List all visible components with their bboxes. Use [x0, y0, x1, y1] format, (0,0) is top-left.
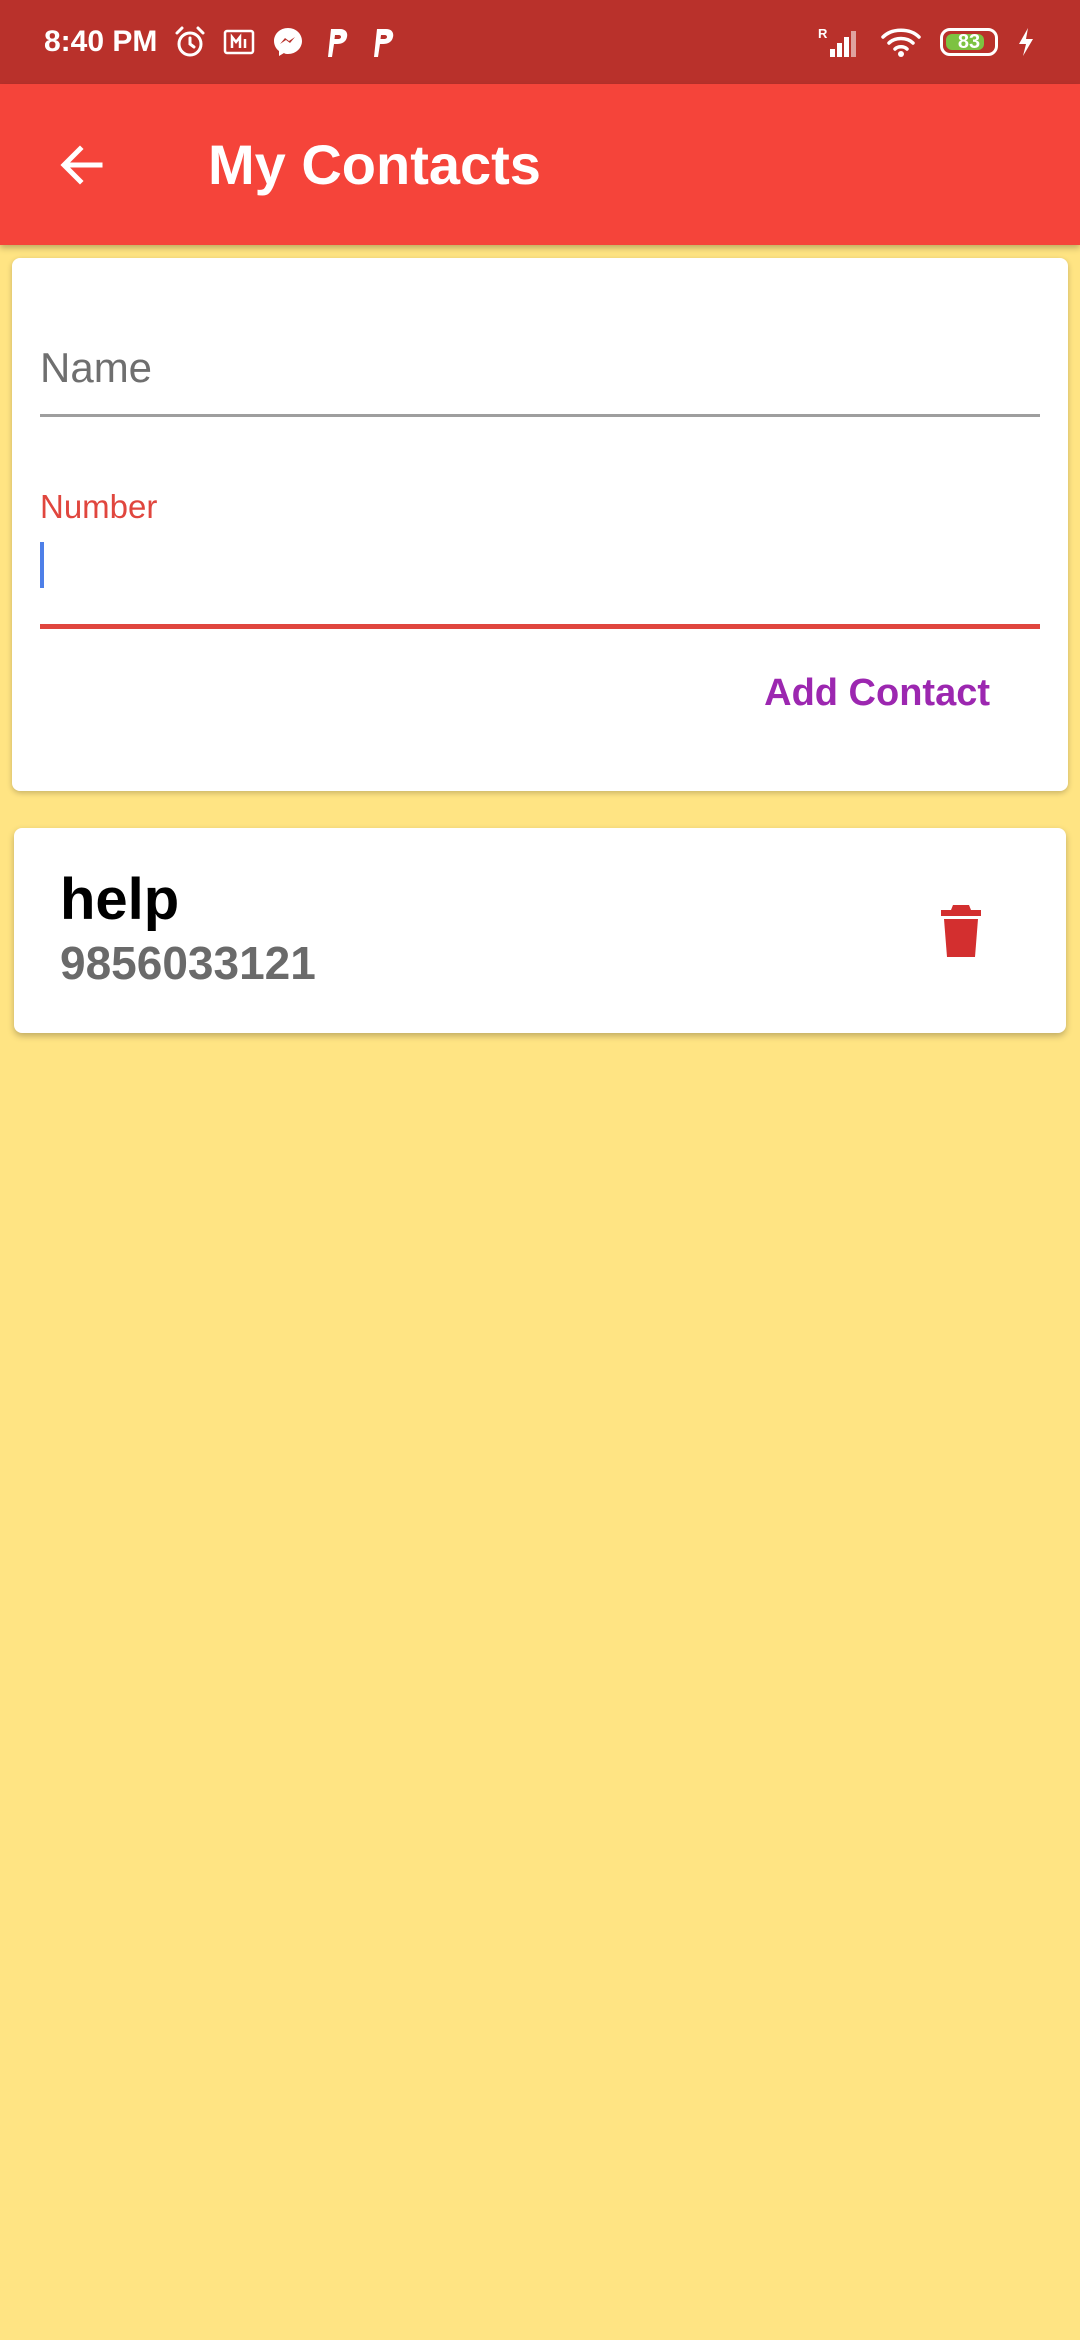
trash-icon [941, 905, 981, 957]
back-button[interactable] [42, 125, 122, 205]
list-item: help 9856033121 [14, 828, 1066, 1033]
name-input[interactable]: Name [40, 318, 1040, 417]
delete-contact-button[interactable] [926, 896, 996, 966]
p-icon [321, 25, 351, 59]
app-bar: My Contacts [0, 84, 1080, 245]
messenger-icon [271, 25, 305, 59]
status-icons-left [173, 25, 397, 59]
battery-icon: 83 [940, 28, 998, 56]
p-icon [367, 25, 397, 59]
name-placeholder: Name [40, 344, 153, 391]
page-title: My Contacts [208, 133, 541, 196]
status-bar: 8:40 PM R 83 [0, 0, 1080, 84]
number-label: Number [40, 488, 158, 525]
battery-level: 83 [957, 30, 981, 53]
add-contact-form: Name Number Add Contact [12, 258, 1068, 791]
signal-prefix: R [818, 26, 828, 41]
contact-number: 9856033121 [60, 937, 316, 989]
charging-icon [1016, 26, 1036, 58]
status-icons-right: R 83 [818, 25, 1036, 59]
alarm-icon [173, 25, 207, 59]
mi-icon [223, 28, 255, 56]
add-contact-button[interactable]: Add Contact [764, 664, 990, 723]
status-time: 8:40 PM [44, 25, 158, 58]
arrow-back-icon [60, 144, 103, 185]
number-input[interactable]: Number [40, 488, 1040, 629]
contact-name: help [60, 867, 180, 932]
signal-icon: R [818, 25, 862, 59]
text-cursor [40, 542, 44, 588]
wifi-icon [880, 26, 922, 58]
